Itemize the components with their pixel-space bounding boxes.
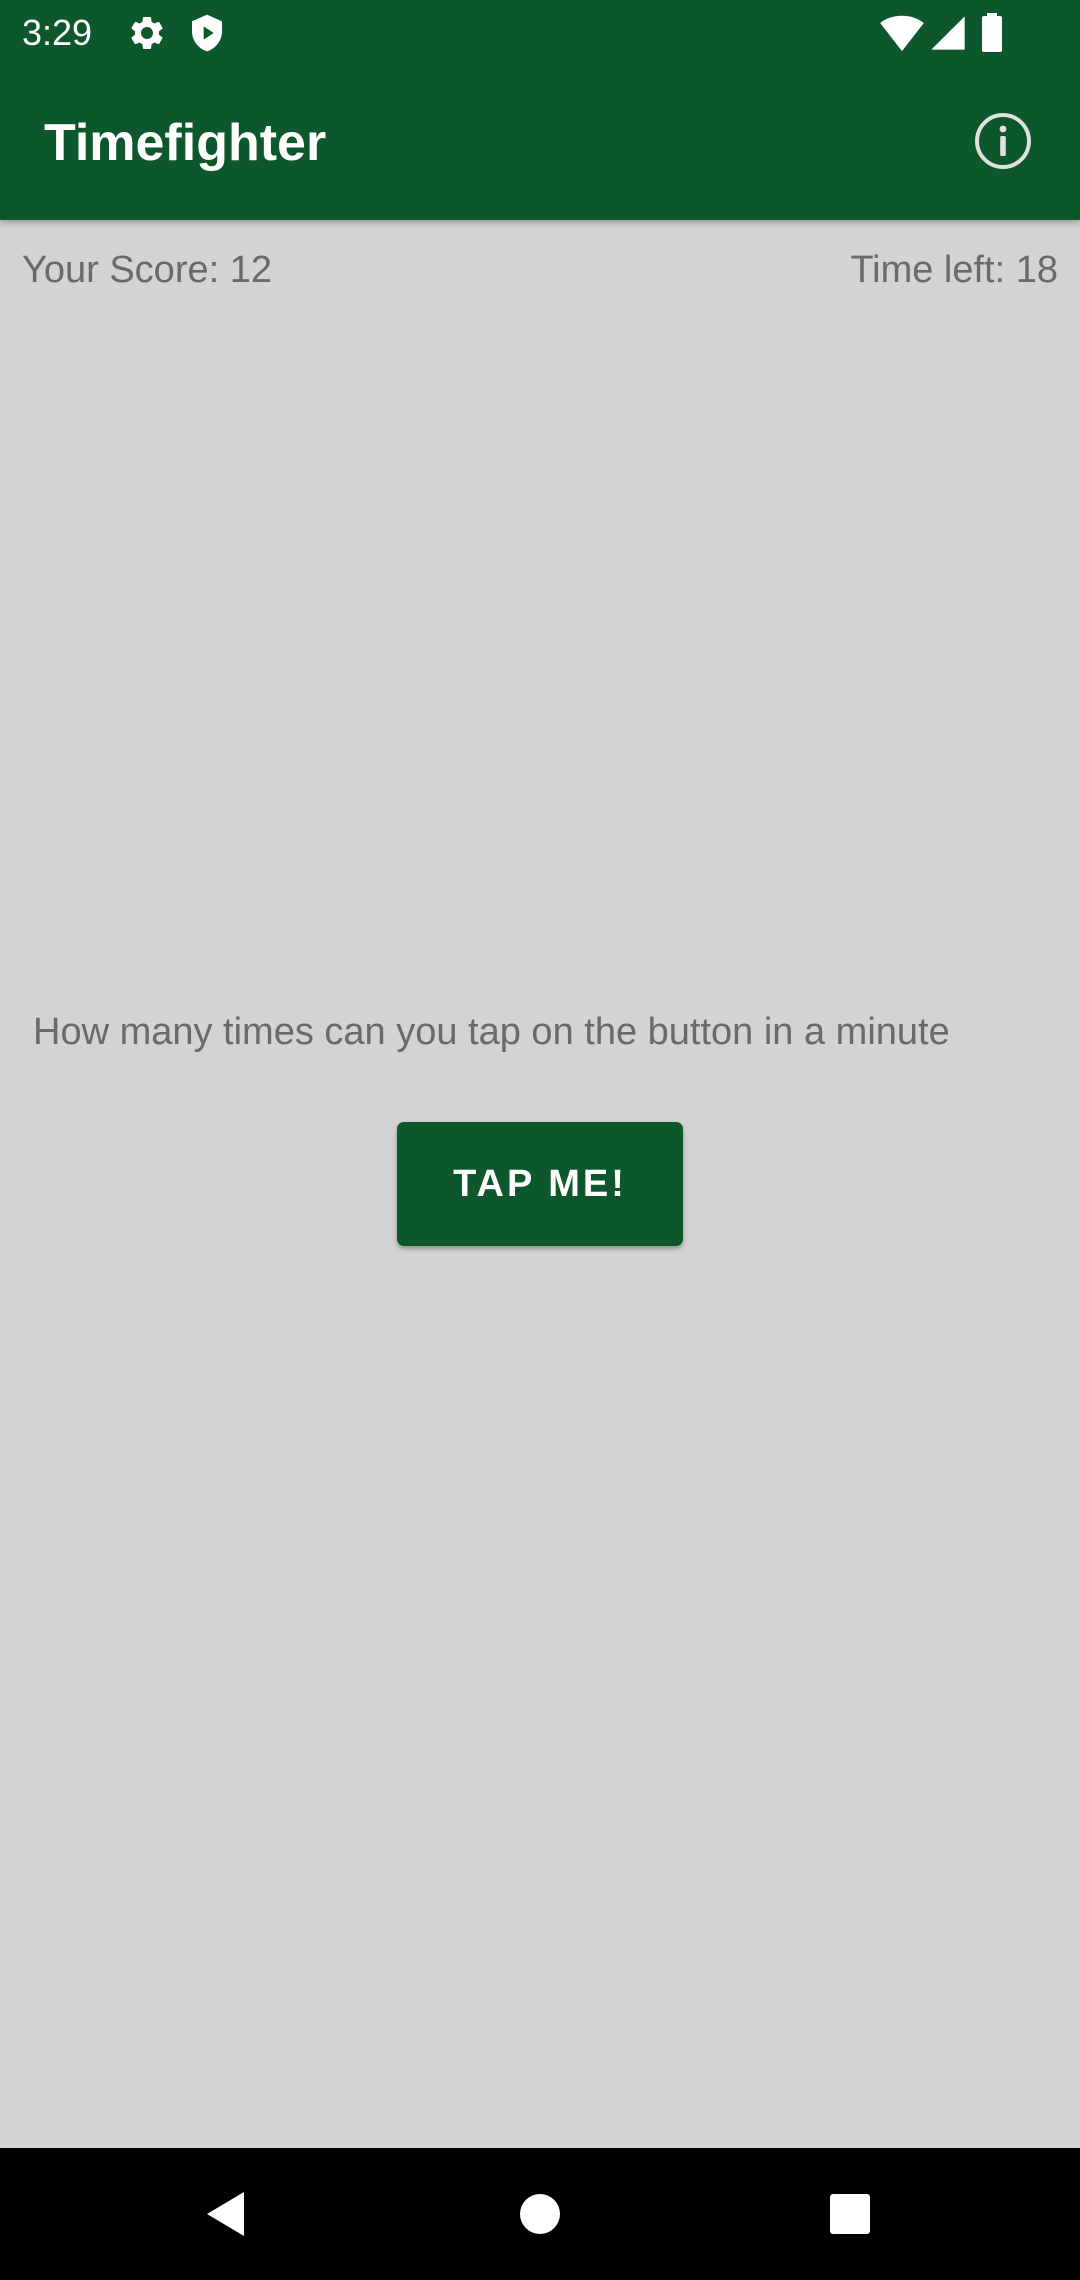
status-time: 3:29: [22, 12, 93, 53]
nav-bar: [0, 2148, 1080, 2280]
battery-icon: [980, 13, 1004, 53]
back-icon: [207, 2192, 244, 2236]
score-label: Your Score: 12: [22, 249, 272, 291]
back-button[interactable]: [185, 2174, 265, 2254]
recents-button[interactable]: [810, 2174, 890, 2254]
shield-play-icon: [187, 13, 227, 53]
cellular-signal-icon: [928, 13, 968, 53]
app-title: Timefighter: [44, 114, 327, 172]
tap-me-button[interactable]: TAP ME!: [397, 1122, 683, 1246]
game-prompt: How many times can you tap on the button…: [33, 1011, 950, 1053]
home-icon: [520, 2194, 560, 2234]
info-icon: [975, 113, 1031, 169]
info-button[interactable]: [972, 110, 1034, 172]
status-bar: 3:29: [0, 0, 1080, 66]
recents-icon: [830, 2194, 870, 2234]
app-bar: Timefighter: [0, 66, 1080, 220]
wifi-icon: [880, 13, 924, 53]
home-button[interactable]: [500, 2174, 580, 2254]
time-left-label: Time left: 18: [850, 249, 1058, 291]
gear-icon: [127, 13, 167, 53]
